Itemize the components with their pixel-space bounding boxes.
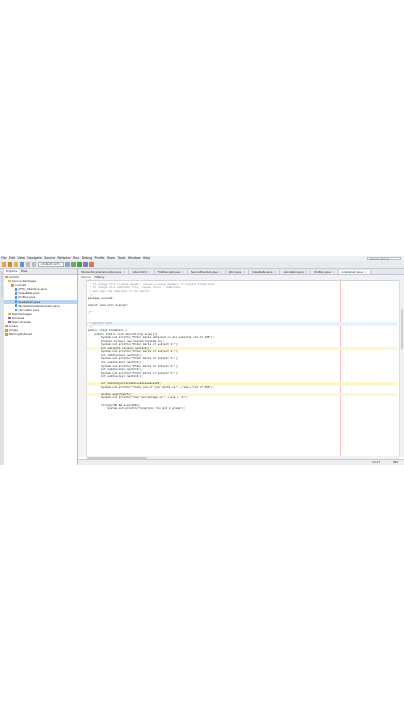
file-tab-label: calculator.java	[283, 269, 304, 274]
close-icon[interactable]: ×	[148, 270, 150, 274]
java-file-icon	[14, 296, 18, 299]
ide-window: File Edit View Navigate Source Refactor Run Deb…	[0, 256, 404, 465]
file-tab-label: GradeCalc.java	[341, 269, 363, 274]
services-strip-tab[interactable]	[0, 285, 4, 297]
editor-file-tab[interactable]: FirstServlet.java ×	[154, 269, 188, 274]
open-project-icon[interactable]	[13, 262, 19, 267]
file-tab-label: index.html	[131, 269, 147, 274]
library-icon	[8, 320, 11, 324]
caret-position: 13:17	[371, 460, 380, 464]
project-tree: CoolUS Source Packages coolus0 ATTC_Interfa…	[4, 275, 77, 336]
editor-area: StudentGradeCalculator.java × index.html × F…	[78, 269, 404, 465]
java-file-icon	[14, 288, 18, 291]
redo-icon[interactable]	[31, 262, 37, 267]
run-icon[interactable]	[77, 262, 82, 267]
source-folder-icon	[8, 279, 11, 283]
file-tab-label: StudentGradeCalculator.java	[81, 269, 122, 274]
file-tab-label: SecondServlet.java	[190, 269, 218, 274]
editor-file-tab[interactable]: Jdbc.java ×	[225, 269, 249, 274]
java-file-icon	[14, 308, 18, 312]
file-tab-label: ClassRate.java	[251, 269, 273, 274]
search-input[interactable]: Search (Ctrl+I)	[367, 256, 401, 261]
editor-file-tab[interactable]: index.html ×	[128, 269, 155, 274]
close-icon[interactable]: ×	[182, 270, 184, 274]
close-icon[interactable]: ×	[364, 270, 366, 274]
close-icon[interactable]: ×	[219, 270, 221, 274]
file-tab-label: DivBox.java	[314, 269, 331, 274]
editor-file-tab[interactable]: SecondServlet.java ×	[187, 269, 226, 274]
code-text: System.out.println("Your percentage is:"…	[88, 395, 189, 400]
java-file-icon	[14, 300, 18, 303]
main-toolbar: <default confi...	[0, 261, 404, 269]
vertical-scrollbar[interactable]	[399, 279, 404, 458]
code-text: package coolus0;	[88, 296, 114, 301]
code-text: System.out.println("Congrats! You got A …	[88, 406, 186, 411]
tab-projects[interactable]: Projects	[4, 269, 20, 274]
editor-file-tab[interactable]: ClassRate.java ×	[248, 269, 281, 274]
close-icon[interactable]: ×	[243, 270, 245, 274]
project-icon	[5, 328, 8, 332]
tree-item-label: NamingOutlined	[8, 332, 33, 337]
java-file-icon	[14, 292, 18, 295]
projects-strip-tab[interactable]	[0, 271, 4, 283]
new-file-icon[interactable]	[2, 262, 7, 267]
package-icon	[11, 283, 14, 287]
projects-panel: Projects Files CoolUS Source Packages cool…	[4, 269, 78, 465]
undo-icon[interactable]	[25, 262, 31, 267]
configuration-select[interactable]: <default confi...	[37, 262, 64, 267]
debug-icon[interactable]	[83, 262, 88, 267]
tab-files[interactable]: Files	[19, 269, 29, 274]
file-tab-label: FirstServlet.java	[157, 269, 181, 274]
profile-icon[interactable]	[89, 262, 94, 267]
save-all-icon[interactable]	[19, 262, 25, 267]
code-text: System.out.println("Total sum of your ma…	[88, 384, 215, 389]
editor-file-tab[interactable]: DivBox.java ×	[311, 269, 339, 274]
insert-mode: INS	[393, 460, 398, 464]
line-gutter	[78, 279, 87, 458]
code-text: import java.util.Scanner;	[88, 303, 129, 308]
editor-file-tab[interactable]: calculator.java ×	[280, 269, 312, 274]
code-editor[interactable]: 1/*2 * To change this license header, ch…	[87, 279, 397, 457]
close-icon[interactable]: ×	[305, 270, 307, 274]
new-project-icon[interactable]	[7, 262, 13, 267]
editor-file-tab[interactable]: GradeCalc.java ×	[338, 269, 371, 274]
close-icon[interactable]: ×	[123, 270, 125, 274]
source-folder-icon	[8, 312, 11, 316]
clean-build-icon[interactable]	[71, 262, 76, 267]
editor-file-tab[interactable]: StudentGradeCalculator.java ×	[78, 269, 129, 274]
code-text: * and open the template in the editor.	[88, 289, 152, 294]
close-icon[interactable]: ×	[274, 270, 276, 274]
project-icon	[5, 275, 8, 279]
status-bar: 13:17 INS	[78, 459, 404, 465]
file-tab-label: Jdbc.java	[228, 269, 242, 274]
code-text: /**	[88, 310, 93, 315]
tree-item[interactable]: NamingOutlined	[4, 332, 77, 336]
code-text: int sub5=scnner.nextInt();	[88, 374, 144, 379]
library-icon	[8, 316, 11, 320]
build-icon[interactable]	[65, 262, 70, 267]
code-line[interactable]: 37 System.out.println("Congrats! You got…	[87, 407, 397, 411]
project-icon	[5, 324, 8, 328]
close-icon[interactable]: ×	[332, 270, 334, 274]
vertical-scroll-thumb[interactable]	[400, 309, 404, 350]
java-file-icon	[14, 304, 18, 307]
project-icon	[5, 333, 8, 336]
